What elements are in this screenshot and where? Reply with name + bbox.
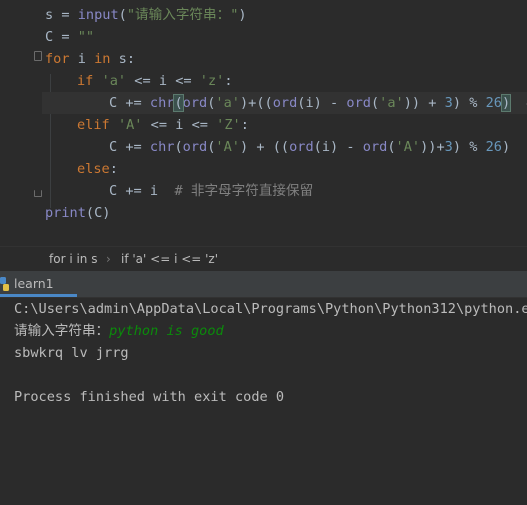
code-line-4[interactable]: if 'a' <= i <= 'z':: [77, 70, 233, 92]
fold-end-marker-icon[interactable]: [34, 190, 42, 197]
breadcrumb-item-for-loop[interactable]: for i in s: [49, 252, 97, 266]
code-line-8[interactable]: else:: [77, 158, 118, 180]
code-line-2[interactable]: C = "": [45, 26, 94, 48]
editor-gutter: [0, 0, 42, 246]
console-prompt-line: 请输入字符串：python is good: [14, 323, 224, 339]
code-editor[interactable]: s = input("请输入字符串：") C = "" for i in s: …: [0, 0, 527, 246]
tab-label: learn1: [14, 276, 54, 291]
run-console[interactable]: C:\Users\admin\AppData\Local\Programs\Py…: [0, 298, 527, 505]
tab-run-learn1[interactable]: learn1: [0, 271, 77, 297]
console-user-input: python is good: [109, 323, 224, 339]
console-output-line: sbwkrq lv jrrg: [14, 345, 129, 361]
breadcrumb-item-if[interactable]: if 'a' <= i <= 'z': [121, 252, 218, 266]
breadcrumb-separator-icon: ›: [106, 252, 111, 266]
code-line-7[interactable]: C += chr(ord('A') + ((ord(i) - ord('A'))…: [109, 136, 510, 158]
console-exit-message: Process finished with exit code 0: [14, 389, 285, 405]
code-line-3[interactable]: for i in s:: [45, 48, 135, 70]
code-line-10[interactable]: print(C): [45, 202, 110, 224]
console-command-line: C:\Users\admin\AppData\Local\Programs\Py…: [14, 301, 527, 317]
fold-marker-icon[interactable]: [34, 51, 42, 61]
run-tool-window-tabs: learn1: [0, 271, 527, 298]
breadcrumb: for i in s › if 'a' <= i <= 'z': [0, 246, 527, 272]
python-icon: [0, 277, 9, 291]
code-line-1[interactable]: s = input("请输入字符串："): [45, 4, 247, 26]
active-tab-indicator: [0, 294, 77, 297]
code-line-6[interactable]: elif 'A' <= i <= 'Z':: [77, 114, 249, 136]
code-line-5[interactable]: C += chr(ord('a')+((ord(i) - ord('a')) +…: [109, 92, 527, 114]
code-line-9[interactable]: C += i # 非字母字符直接保留: [109, 180, 313, 202]
